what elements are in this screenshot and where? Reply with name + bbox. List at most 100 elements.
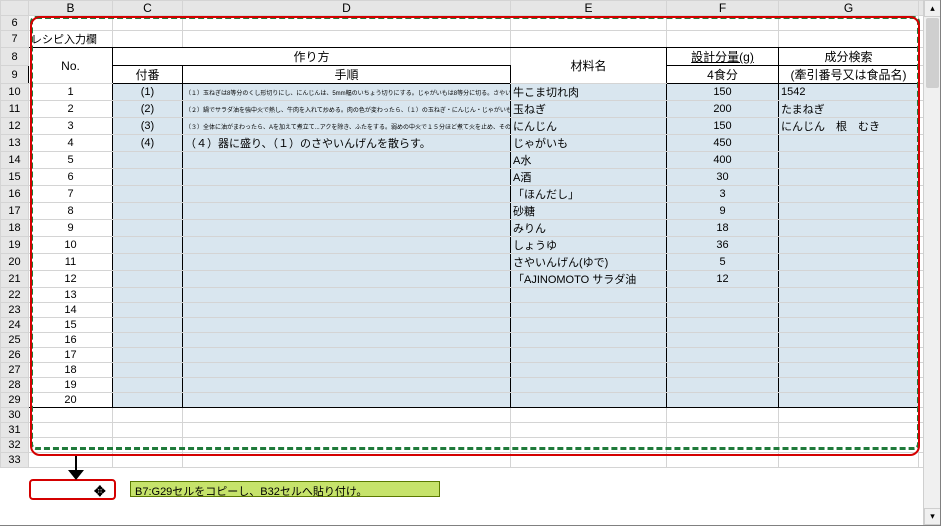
cell[interactable] [667, 16, 779, 31]
cell-seibun[interactable] [779, 220, 919, 237]
cell-fuban[interactable]: (3) [113, 118, 183, 135]
row-header[interactable]: 24 [1, 318, 29, 333]
cell-fuban[interactable] [113, 220, 183, 237]
row-header[interactable]: 10 [1, 84, 29, 101]
cell-sekkei[interactable] [667, 318, 779, 333]
cell-no[interactable]: 6 [29, 169, 113, 186]
cell-fuban[interactable] [113, 288, 183, 303]
cell-tejun[interactable] [183, 318, 511, 333]
cell[interactable] [511, 438, 667, 453]
cell[interactable] [779, 16, 919, 31]
row-header[interactable]: 9 [1, 66, 29, 84]
cell-no[interactable]: 14 [29, 303, 113, 318]
hdr-seibun[interactable]: 成分検索 [779, 48, 919, 66]
cell-no[interactable]: 19 [29, 378, 113, 393]
cell-no[interactable]: 5 [29, 152, 113, 169]
cell-sekkei[interactable]: 400 [667, 152, 779, 169]
cell-tejun[interactable] [183, 254, 511, 271]
cell-tejun[interactable] [183, 186, 511, 203]
cell[interactable] [511, 453, 667, 468]
cell-tejun[interactable] [183, 203, 511, 220]
cell-seibun[interactable] [779, 186, 919, 203]
hdr-no[interactable]: No. [29, 48, 113, 84]
cell-zairyo[interactable]: 玉ねぎ [511, 101, 667, 118]
row-header[interactable]: 6 [1, 16, 29, 31]
row-header[interactable]: 7 [1, 31, 29, 48]
cell-tejun[interactable]: （２）鍋でサラダ油を強中火で熱し、牛肉を入れて炒める。肉の色が変わったら、（１）… [183, 101, 511, 118]
cell[interactable] [29, 453, 113, 468]
cell-zairyo[interactable]: みりん [511, 220, 667, 237]
row-header[interactable]: 21 [1, 271, 29, 288]
cell[interactable] [113, 453, 183, 468]
cell[interactable] [511, 423, 667, 438]
cell-zairyo[interactable]: 「AJINOMOTO サラダ油 [511, 271, 667, 288]
cell-no[interactable]: 16 [29, 333, 113, 348]
cell-fuban[interactable]: (4) [113, 135, 183, 152]
cell-sekkei[interactable]: 200 [667, 101, 779, 118]
cell[interactable] [183, 408, 511, 423]
cell-seibun[interactable] [779, 203, 919, 220]
cell-sekkei[interactable] [667, 378, 779, 393]
cell[interactable] [779, 408, 919, 423]
cell-zairyo[interactable]: にんじん [511, 118, 667, 135]
cell-zairyo[interactable]: 砂糖 [511, 203, 667, 220]
cell[interactable] [779, 453, 919, 468]
row-header[interactable]: 13 [1, 135, 29, 152]
cell-seibun[interactable] [779, 393, 919, 408]
cell-seibun[interactable]: 1542 [779, 84, 919, 101]
cell-fuban[interactable] [113, 203, 183, 220]
hdr-seibun-sub[interactable]: (牽引番号又は食品名) [779, 66, 919, 84]
cell-sekkei[interactable]: 3 [667, 186, 779, 203]
scroll-down-button[interactable]: ▾ [924, 508, 941, 525]
cell-tejun[interactable] [183, 288, 511, 303]
cell-tejun[interactable]: （１）玉ねぎは8等分のくし形切りにし、にんじんは、5mm幅のいちょう切りにする。… [183, 84, 511, 101]
cell-no[interactable]: 10 [29, 237, 113, 254]
col-header-D[interactable]: D [183, 1, 511, 16]
cell-tejun[interactable] [183, 333, 511, 348]
cell[interactable] [113, 438, 183, 453]
hdr-zairyo[interactable]: 材料名 [511, 48, 667, 84]
cell-zairyo[interactable] [511, 318, 667, 333]
cell[interactable] [29, 423, 113, 438]
cell-no[interactable]: 2 [29, 101, 113, 118]
cell-zairyo[interactable]: A酒 [511, 169, 667, 186]
vertical-scrollbar[interactable]: ▴ ▾ [923, 0, 940, 525]
cell-zairyo[interactable] [511, 303, 667, 318]
row-header[interactable]: 32 [1, 438, 29, 453]
cell-sekkei[interactable] [667, 333, 779, 348]
cell-seibun[interactable] [779, 348, 919, 363]
row-header[interactable]: 18 [1, 220, 29, 237]
scroll-thumb[interactable] [926, 18, 939, 88]
row-header[interactable]: 30 [1, 408, 29, 423]
cell-seibun[interactable] [779, 318, 919, 333]
cell[interactable] [113, 16, 183, 31]
cell[interactable] [667, 438, 779, 453]
row-header[interactable]: 27 [1, 363, 29, 378]
cell-tejun[interactable] [183, 152, 511, 169]
cell-sekkei[interactable] [667, 303, 779, 318]
row-header[interactable]: 17 [1, 203, 29, 220]
cell-seibun[interactable] [779, 303, 919, 318]
cell-seibun[interactable] [779, 169, 919, 186]
cell-fuban[interactable] [113, 152, 183, 169]
hdr-servings[interactable]: 4食分 [667, 66, 779, 84]
cell[interactable] [29, 438, 113, 453]
row-header[interactable]: 16 [1, 186, 29, 203]
row-header[interactable]: 14 [1, 152, 29, 169]
cell-zairyo[interactable]: 「ほんだし」 [511, 186, 667, 203]
cell[interactable] [779, 31, 919, 48]
hdr-fuban[interactable]: 付番 [113, 66, 183, 84]
cell[interactable] [183, 31, 511, 48]
cell-tejun[interactable] [183, 169, 511, 186]
cell-zairyo[interactable]: A水 [511, 152, 667, 169]
cell-seibun[interactable] [779, 363, 919, 378]
row-header[interactable]: 19 [1, 237, 29, 254]
cell-no[interactable]: 11 [29, 254, 113, 271]
cell-fuban[interactable] [113, 271, 183, 288]
cell-tejun[interactable]: （４）器に盛り、（１）のさやいんげんを散らす。 [183, 135, 511, 152]
cell-zairyo[interactable]: じゃがいも [511, 135, 667, 152]
cell-sekkei[interactable]: 450 [667, 135, 779, 152]
cell-zairyo[interactable] [511, 333, 667, 348]
cell-sekkei[interactable]: 9 [667, 203, 779, 220]
cell-no[interactable]: 13 [29, 288, 113, 303]
